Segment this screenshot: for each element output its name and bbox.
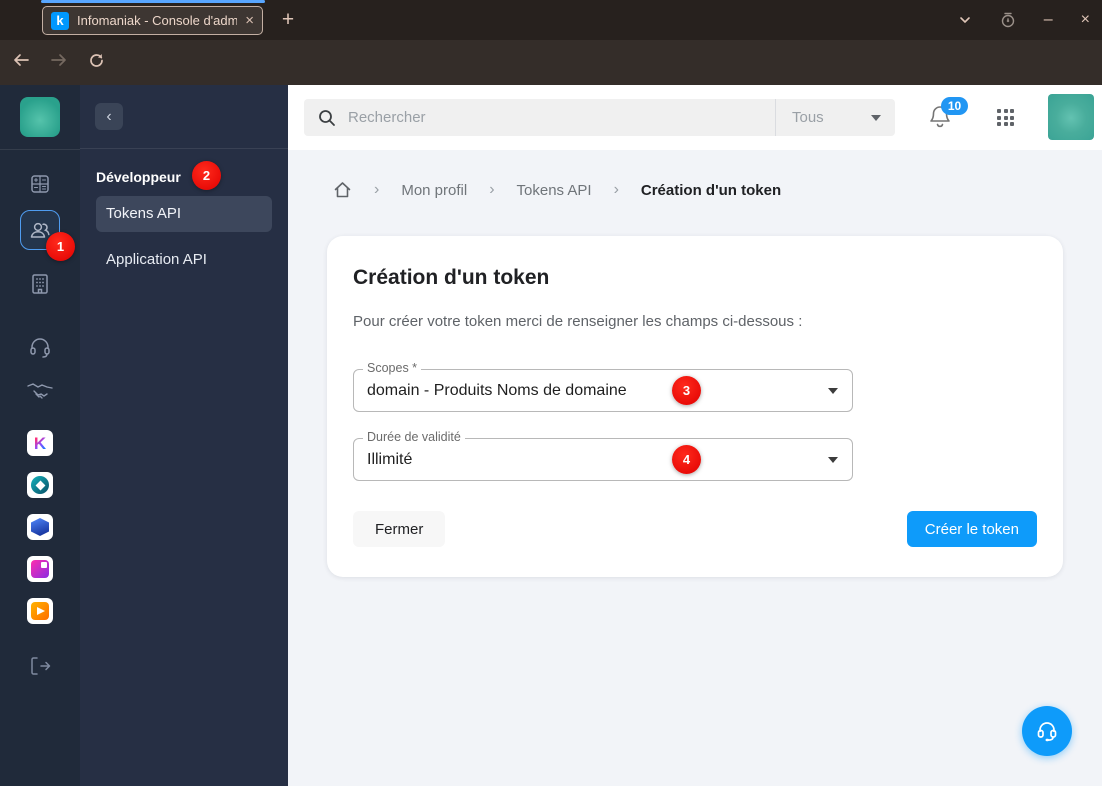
scopes-select[interactable]: Scopes * domain - Produits Noms de domai… — [353, 361, 853, 412]
breadcrumb-separator: › — [613, 181, 619, 198]
tab-close-icon[interactable]: × — [245, 13, 254, 28]
breadcrumb-tokens-api[interactable]: Tokens API — [517, 182, 592, 199]
sidebar-item-tokens-api[interactable]: Tokens API — [96, 196, 272, 232]
breadcrumb-separator: › — [489, 181, 495, 198]
partnership-handshake-icon[interactable] — [27, 382, 53, 400]
main-content: Tous 10 › Mon profil › Tokens API › Créa… — [288, 85, 1102, 786]
logout-icon[interactable] — [29, 656, 51, 676]
search-scope-select[interactable]: Tous — [775, 99, 895, 136]
timer-extension-icon[interactable] — [1000, 12, 1016, 28]
search-bar[interactable]: Tous — [304, 99, 895, 136]
create-token-button[interactable]: Créer le token — [906, 511, 1037, 547]
app-vod-play-icon[interactable] — [27, 598, 53, 624]
search-input[interactable] — [348, 109, 775, 126]
notification-count-badge: 10 — [941, 97, 968, 115]
annotation-step-1: 1 — [46, 232, 75, 261]
active-tab-accent-line — [41, 0, 265, 3]
window-close-button[interactable]: × — [1081, 11, 1090, 29]
primary-sidebar: K — [0, 85, 80, 786]
browser-titlebar: k Infomaniak - Console d'adm × + – × — [0, 0, 1102, 40]
support-fab-button[interactable] — [1022, 706, 1072, 756]
notifications-button[interactable]: 10 — [928, 97, 968, 135]
breadcrumb: › Mon profil › Tokens API › Création d'u… — [333, 181, 781, 199]
app-topbar: Tous 10 — [288, 85, 1102, 150]
breadcrumb-separator: › — [374, 181, 380, 198]
annotation-step-3: 3 — [672, 376, 701, 405]
close-button[interactable]: Fermer — [353, 511, 446, 547]
window-minimize-button[interactable]: – — [1044, 11, 1053, 29]
products-icon[interactable] — [28, 172, 52, 196]
forward-icon[interactable] — [50, 52, 68, 73]
scopes-value: domain - Produits Noms de domaine — [367, 382, 627, 399]
app-kchat-cube-icon[interactable] — [27, 514, 53, 540]
breadcrumb-current: Création d'un token — [640, 181, 782, 199]
tab-list-chevron-icon[interactable] — [958, 13, 972, 27]
chevron-down-icon — [828, 457, 838, 463]
validity-label: Durée de validité — [363, 430, 465, 444]
user-avatar[interactable] — [1048, 94, 1094, 140]
chevron-down-icon — [871, 114, 881, 121]
annotation-step-2: 2 — [192, 161, 221, 190]
browser-tab[interactable]: k Infomaniak - Console d'adm × — [42, 6, 263, 35]
screen: { "browser": { "tab_title": "Infomaniak … — [0, 0, 1102, 786]
secondary-sidebar: ‹ Développeur Tokens API Application API — [80, 85, 288, 786]
scopes-label: Scopes * — [363, 361, 422, 375]
sidebar-back-button[interactable]: ‹ — [95, 103, 123, 130]
page-title: Création d'un token — [353, 266, 550, 289]
app-ksuite-icon[interactable]: K — [27, 430, 53, 456]
organization-building-icon[interactable] — [29, 272, 51, 296]
chevron-down-icon — [828, 388, 838, 394]
support-headset-icon[interactable] — [28, 336, 52, 360]
headset-icon — [1037, 722, 1057, 742]
app-kmeet-icon[interactable] — [27, 556, 53, 582]
token-creation-card: Création d'un token Pour créer votre tok… — [327, 236, 1063, 577]
new-tab-button[interactable]: + — [274, 6, 302, 34]
infomaniak-logo[interactable] — [20, 97, 60, 137]
home-icon[interactable] — [333, 181, 352, 199]
reload-icon[interactable] — [88, 52, 105, 74]
section-title: Développeur — [96, 169, 181, 185]
annotation-step-4: 4 — [672, 445, 701, 474]
back-icon[interactable] — [12, 52, 30, 73]
validity-select[interactable]: Durée de validité Illimité — [353, 430, 853, 481]
tab-title: Infomaniak - Console d'adm — [77, 13, 238, 28]
app-kdrive-icon[interactable] — [27, 472, 53, 498]
validity-value: Illimité — [367, 451, 413, 468]
apps-grid-icon[interactable] — [997, 109, 1014, 126]
sidebar-item-application-api[interactable]: Application API — [106, 251, 207, 268]
card-description: Pour créer votre token merci de renseign… — [353, 313, 803, 330]
infomaniak-console: K ‹ Développeur Tokens API Application A… — [0, 85, 1102, 786]
divider — [0, 149, 80, 150]
browser-toolbar: https://manager.infomaniak.com/v3/995834… — [0, 40, 1102, 119]
search-icon — [318, 109, 336, 127]
breadcrumb-mon-profil[interactable]: Mon profil — [401, 182, 467, 199]
divider — [80, 148, 288, 149]
search-scope-value: Tous — [792, 109, 824, 126]
infomaniak-favicon: k — [51, 11, 69, 30]
